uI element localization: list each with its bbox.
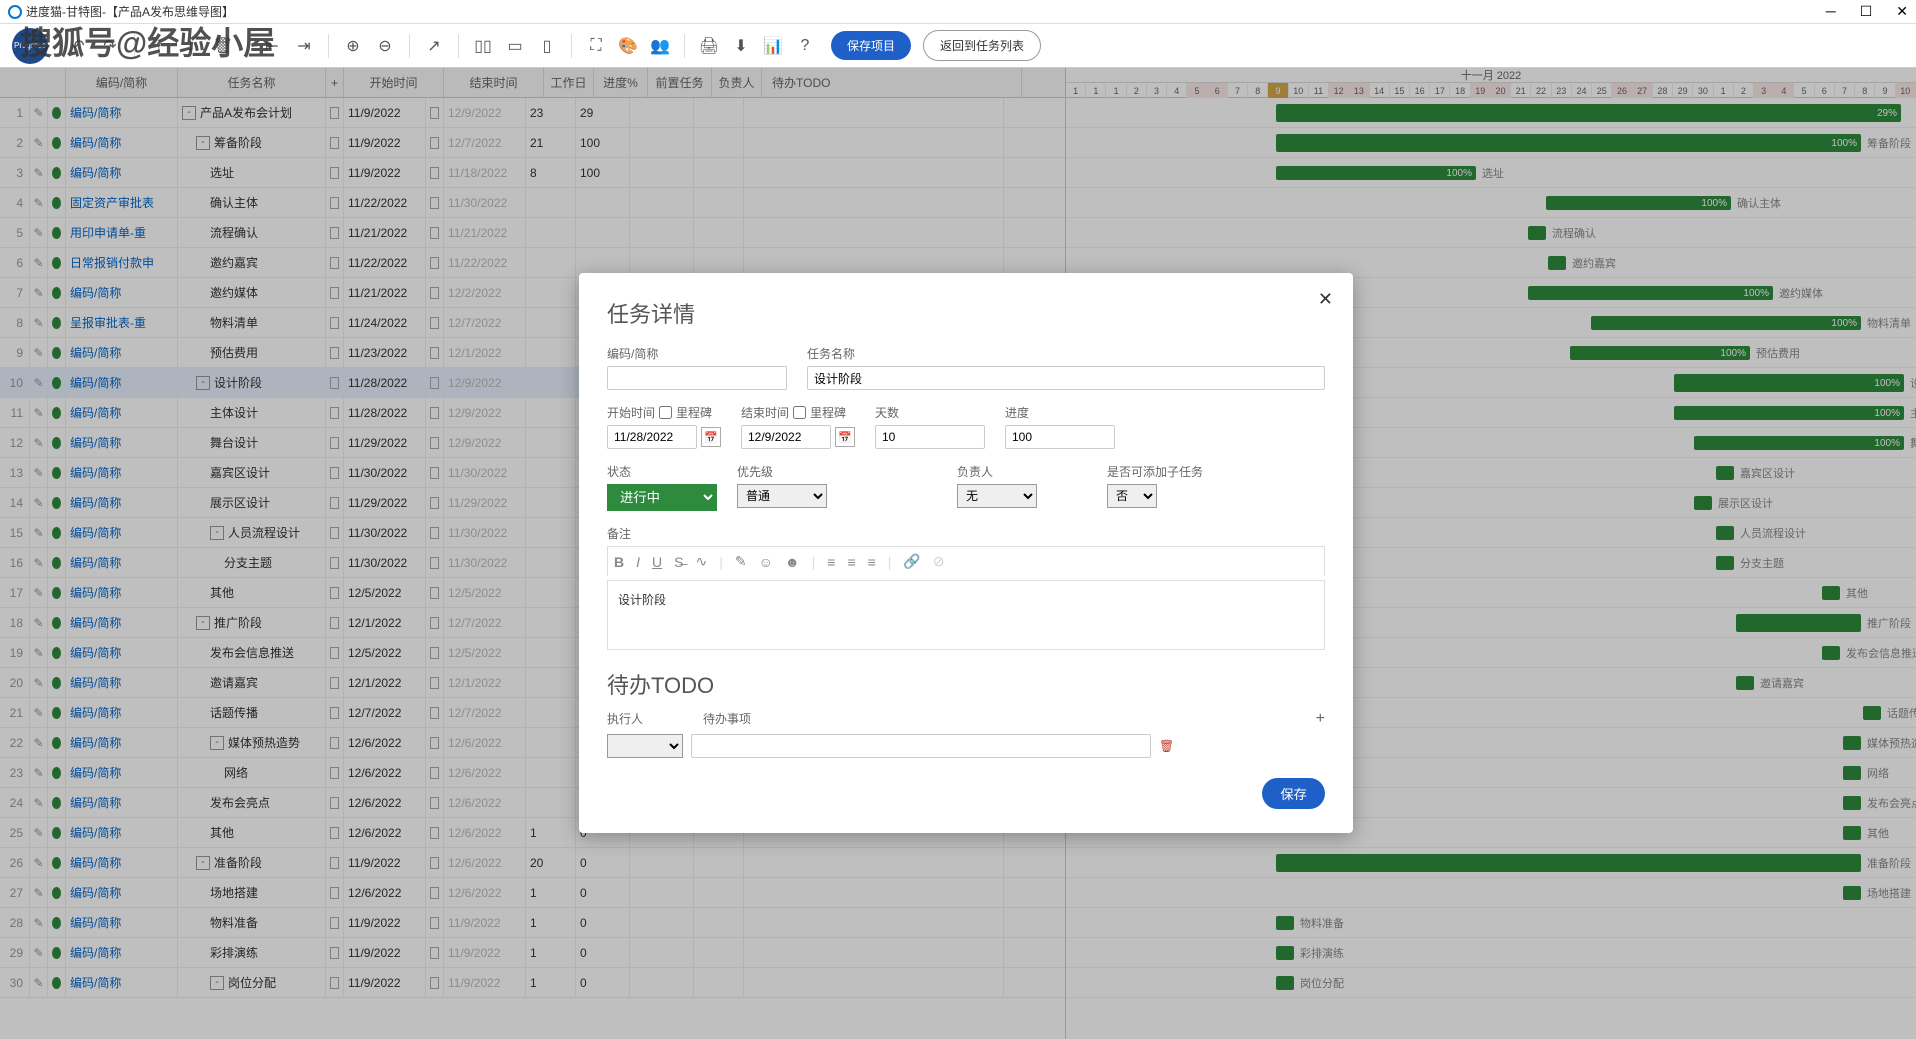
label-end: 结束时间 — [741, 404, 789, 421]
todo-item-input[interactable] — [691, 734, 1151, 758]
todo-item-label: 待办事项 — [703, 710, 751, 728]
italic-icon[interactable]: I — [636, 554, 640, 570]
logo-icon: Progress — [12, 28, 48, 64]
align-right-icon[interactable]: ≡ — [868, 554, 876, 570]
link-icon[interactable]: 🔗 — [903, 553, 920, 570]
close-button[interactable]: ✕ — [1896, 3, 1908, 20]
layout2-button[interactable]: ▭ — [501, 32, 529, 60]
share-button[interactable]: ↗ — [420, 32, 448, 60]
select-priority[interactable]: 普通 — [737, 484, 827, 508]
highlight-icon[interactable]: ✎ — [735, 553, 747, 570]
todo-executor-select[interactable] — [607, 734, 683, 758]
label-start: 开始时间 — [607, 404, 655, 421]
redo-button[interactable]: ↷ — [96, 32, 124, 60]
clear-format-icon[interactable]: ∿ — [695, 553, 707, 570]
download-button[interactable]: ⬇ — [727, 32, 755, 60]
main-toolbar: Progress ↶ ↷ ↑ ↓ 🗑 ⇤ ⇥ ⊕ ⊖ ↗ ▯▯ ▭ ▯ ⛶ 🎨 … — [0, 24, 1916, 68]
unlink-icon[interactable]: ⊘ — [933, 553, 945, 570]
todo-title: 待办TODO — [607, 668, 1325, 700]
bold-icon[interactable]: B — [614, 554, 624, 570]
emoji-icon[interactable]: ☺ — [759, 554, 773, 570]
move-down-button[interactable]: ↓ — [177, 32, 205, 60]
input-start[interactable] — [607, 425, 697, 449]
input-end[interactable] — [741, 425, 831, 449]
calendar-icon[interactable]: 📅 — [701, 427, 721, 447]
fullscreen-button[interactable]: ⛶ — [582, 32, 610, 60]
select-status[interactable]: 进行中 — [607, 484, 717, 511]
strike-icon[interactable]: S̶ — [674, 554, 683, 570]
maximize-button[interactable]: ☐ — [1860, 3, 1873, 20]
window-title: 进度猫-甘特图-【产品A发布思维导图】 — [26, 3, 234, 20]
task-detail-modal: ✕ 任务详情 编码/简称 任务名称 开始时间 里程碑 📅 结束时间 里程碑 📅 — [579, 273, 1353, 833]
label-remark: 备注 — [607, 525, 1325, 542]
members-button[interactable]: 👥 — [646, 32, 674, 60]
print-button[interactable]: 🖨 — [695, 32, 723, 60]
align-left-icon[interactable]: ≡ — [827, 554, 835, 570]
label-owner: 负责人 — [957, 463, 1037, 480]
zoom-in-button[interactable]: ⊕ — [339, 32, 367, 60]
select-owner[interactable]: 无 — [957, 484, 1037, 508]
modal-save-button[interactable]: 保存 — [1262, 778, 1325, 809]
todo-executor-label: 执行人 — [607, 710, 683, 728]
titlebar: 进度猫-甘特图-【产品A发布思维导图】 ─ ☐ ✕ — [0, 0, 1916, 24]
modal-title: 任务详情 — [607, 297, 1325, 329]
milestone1-checkbox[interactable] — [659, 406, 672, 419]
label-progress: 进度 — [1005, 404, 1115, 421]
layout3-button[interactable]: ▯ — [533, 32, 561, 60]
todo-add-button[interactable]: + — [1316, 710, 1325, 728]
align-center-icon[interactable]: ≡ — [847, 554, 855, 570]
input-days[interactable] — [875, 425, 985, 449]
delete-button[interactable]: 🗑 — [209, 32, 237, 60]
help-button[interactable]: ? — [791, 32, 819, 60]
modal-close-button[interactable]: ✕ — [1318, 289, 1333, 310]
move-up-button[interactable]: ↑ — [145, 32, 173, 60]
label-priority: 优先级 — [737, 463, 827, 480]
input-name[interactable] — [807, 366, 1325, 390]
undo-button[interactable]: ↶ — [64, 32, 92, 60]
smiley-icon[interactable]: ☻ — [785, 554, 800, 570]
select-allow-sub[interactable]: 否 — [1107, 484, 1157, 508]
zoom-out-button[interactable]: ⊖ — [371, 32, 399, 60]
calendar-icon[interactable]: 📅 — [835, 427, 855, 447]
underline-icon[interactable]: U — [652, 554, 662, 570]
label-name: 任务名称 — [807, 345, 1325, 362]
input-code[interactable] — [607, 366, 787, 390]
app-icon — [8, 5, 22, 19]
palette-button[interactable]: 🎨 — [614, 32, 642, 60]
save-project-button[interactable]: 保存项目 — [831, 31, 911, 60]
outdent-button[interactable]: ⇤ — [258, 32, 286, 60]
input-progress[interactable] — [1005, 425, 1115, 449]
back-to-tasks-button[interactable]: 返回到任务列表 — [923, 30, 1041, 61]
layout1-button[interactable]: ▯▯ — [469, 32, 497, 60]
label-status: 状态 — [607, 463, 717, 480]
export-button[interactable]: 📊 — [759, 32, 787, 60]
minimize-button[interactable]: ─ — [1826, 3, 1836, 20]
todo-delete-button[interactable]: 🗑 — [1159, 739, 1174, 753]
editor-body[interactable]: 设计阶段 — [607, 580, 1325, 650]
label-allow-sub: 是否可添加子任务 — [1107, 463, 1203, 480]
indent-button[interactable]: ⇥ — [290, 32, 318, 60]
label-days: 天数 — [875, 404, 985, 421]
label-code: 编码/简称 — [607, 345, 787, 362]
milestone2-checkbox[interactable] — [793, 406, 806, 419]
editor-toolbar: B I U S̶ ∿ | ✎ ☺ ☻ | ≡ ≡ ≡ | 🔗 ⊘ — [607, 546, 1325, 576]
